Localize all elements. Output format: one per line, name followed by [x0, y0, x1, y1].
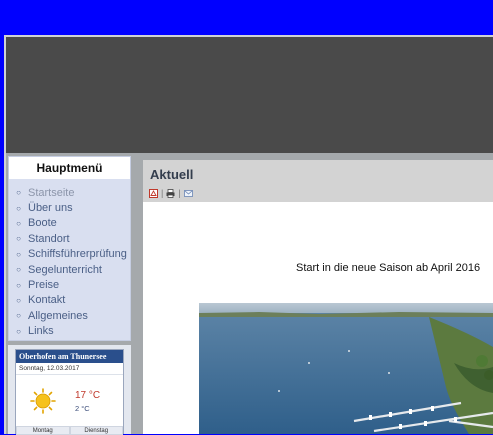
separator: | [161, 188, 164, 198]
menu-item-label: Boote [28, 217, 57, 230]
menu-item-label: Allgemeines [28, 309, 88, 322]
menu-item-segelunterricht[interactable]: ○ Segelunterricht [9, 262, 130, 277]
menu-item-label: Segelunterricht [28, 263, 102, 276]
menu-item-label: Standort [28, 232, 70, 245]
main-content: Aktuell | | Start in die neue Saison ab … [143, 160, 493, 434]
menu-item-boote[interactable]: ○ Boote [9, 216, 130, 231]
season-announcement: Start in die neue Saison ab April 2016 [296, 262, 481, 274]
lake-marina-photo [199, 303, 493, 434]
main-menu-title: Hauptmenü [9, 157, 130, 179]
menu-item-label: Startseite [28, 186, 75, 199]
main-menu-list: ○ Startseite ○ Über uns ○ Boote ○ Standort ○… [9, 185, 130, 339]
pdf-icon[interactable] [149, 188, 158, 198]
menu-item-preise[interactable]: ○ Preise [9, 277, 130, 292]
bullet-icon: ○ [16, 265, 21, 275]
menu-item-label: Schiffsführerprüfung [28, 248, 127, 261]
menu-item-label: Links [28, 325, 54, 338]
bullet-icon: ○ [16, 311, 21, 321]
article-header: Aktuell | | [143, 160, 493, 202]
menu-item-label: Kontakt [28, 294, 66, 307]
article-title: Aktuell [150, 167, 194, 182]
bullet-icon: ○ [16, 188, 21, 198]
separator: | [178, 188, 181, 198]
main-menu: Hauptmenü ○ Startseite ○ Über uns ○ Boote ○… [8, 156, 131, 341]
email-icon[interactable] [183, 189, 193, 198]
bullet-icon: ○ [16, 203, 21, 213]
bullet-icon: ○ [16, 234, 21, 244]
bullet-icon: ○ [16, 295, 21, 305]
menu-item-label: Über uns [28, 202, 73, 215]
weather-location: Oberhofen am Thunersee [16, 350, 123, 363]
temperature-low: 2 °C [75, 404, 90, 413]
article-toolbar: | | [149, 188, 193, 198]
menu-item-schiffsfuehrerpruefung[interactable]: ○ Schiffsführerprüfung [9, 247, 130, 262]
menu-item-kontakt[interactable]: ○ Kontakt [9, 293, 130, 308]
sun-icon [30, 388, 56, 414]
bullet-icon: ○ [16, 249, 21, 259]
menu-item-allgemeines[interactable]: ○ Allgemeines [9, 308, 130, 323]
weather-panel: Oberhofen am Thunersee Sonntag, 12.03.20… [8, 345, 131, 435]
menu-item-standort[interactable]: ○ Standort [9, 231, 130, 246]
menu-item-links[interactable]: ○ Links [9, 324, 130, 339]
weather-date: Sonntag, 12.03.2017 [16, 363, 123, 375]
menu-item-ueber-uns[interactable]: ○ Über uns [9, 200, 130, 215]
menu-item-startseite[interactable]: ○ Startseite [9, 185, 130, 200]
weather-widget[interactable]: Oberhofen am Thunersee Sonntag, 12.03.20… [15, 349, 124, 435]
temperature-high: 17 °C [75, 390, 101, 401]
site-banner [6, 37, 493, 153]
bullet-icon: ○ [16, 326, 21, 336]
bullet-icon: ○ [16, 280, 21, 290]
bullet-icon: ○ [16, 218, 21, 228]
print-icon[interactable] [166, 188, 175, 198]
menu-item-label: Preise [28, 279, 60, 292]
